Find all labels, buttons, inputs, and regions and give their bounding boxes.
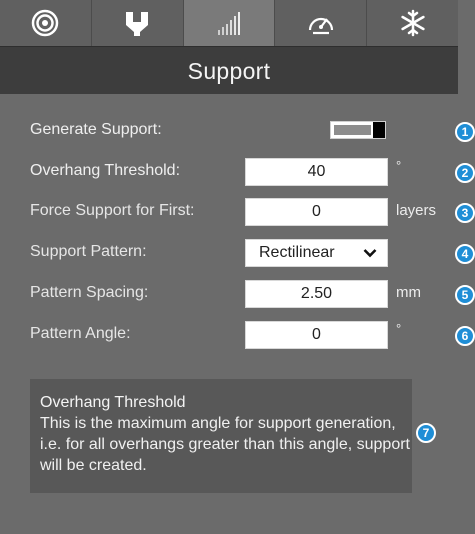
tab-spiral[interactable]: [0, 0, 92, 46]
row-generate-support: Generate Support: 1: [0, 117, 475, 147]
tab-speed[interactable]: [275, 0, 368, 46]
pattern-angle-unit: °: [396, 321, 402, 336]
pattern-spacing-input[interactable]: 2.50: [245, 280, 388, 308]
pattern-spacing-unit: mm: [396, 284, 421, 301]
callout-badge-5: 5: [455, 285, 475, 305]
title-bar: Support: [0, 46, 458, 95]
overhang-threshold-label: Overhang Threshold:: [30, 162, 181, 179]
toggle-knob[interactable]: [373, 122, 385, 138]
force-support-unit: layers: [396, 202, 437, 219]
spiral-icon: [32, 9, 59, 37]
speedometer-icon: [308, 17, 333, 35]
row-pattern-angle: Pattern Angle: 0 ° 6: [0, 321, 475, 351]
pattern-angle-label: Pattern Angle:: [30, 325, 131, 342]
toggle-track: [334, 125, 371, 135]
callout-badge-7: 7: [416, 423, 436, 443]
callout-badge-4: 4: [455, 244, 475, 264]
tab-bar: [0, 0, 458, 46]
force-support-input[interactable]: 0: [245, 198, 388, 226]
support-pattern-select[interactable]: Rectilinear: [245, 239, 388, 267]
page-title: Support: [187, 57, 271, 84]
support-pattern-value: Rectilinear: [259, 244, 335, 261]
support-icon: [126, 12, 149, 36]
infill-icon: [217, 12, 240, 35]
pattern-angle-input[interactable]: 0: [245, 321, 388, 349]
generate-support-label: Generate Support:: [30, 121, 162, 138]
chevron-down-icon: [363, 249, 377, 258]
callout-badge-1: 1: [455, 122, 475, 142]
overhang-threshold-unit: °: [396, 158, 402, 173]
help-title: Overhang Threshold: [40, 394, 186, 411]
help-text: This is the maximum angle for support ge…: [40, 415, 410, 474]
help-box: Overhang Threshold This is the maximum a…: [30, 379, 436, 493]
snowflake-icon: [400, 9, 425, 37]
tab-cooling[interactable]: [367, 0, 458, 46]
callout-badge-6: 6: [455, 326, 475, 346]
generate-support-toggle[interactable]: [330, 121, 386, 139]
support-pattern-label: Support Pattern:: [30, 243, 147, 260]
pattern-spacing-label: Pattern Spacing:: [30, 284, 149, 301]
row-pattern-spacing: Pattern Spacing: 2.50 mm 5: [0, 280, 475, 310]
overhang-threshold-input[interactable]: 40: [245, 158, 388, 186]
row-support-pattern: Support Pattern: Rectilinear 4: [0, 239, 475, 269]
callout-badge-3: 3: [455, 203, 475, 223]
row-force-support: Force Support for First: 0 layers 3: [0, 198, 475, 228]
tab-support[interactable]: [91, 0, 184, 46]
callout-badge-2: 2: [455, 163, 475, 183]
tab-infill[interactable]: [183, 0, 276, 46]
row-overhang-threshold: Overhang Threshold: 40 ° 2: [0, 158, 475, 188]
force-support-label: Force Support for First:: [30, 202, 195, 219]
